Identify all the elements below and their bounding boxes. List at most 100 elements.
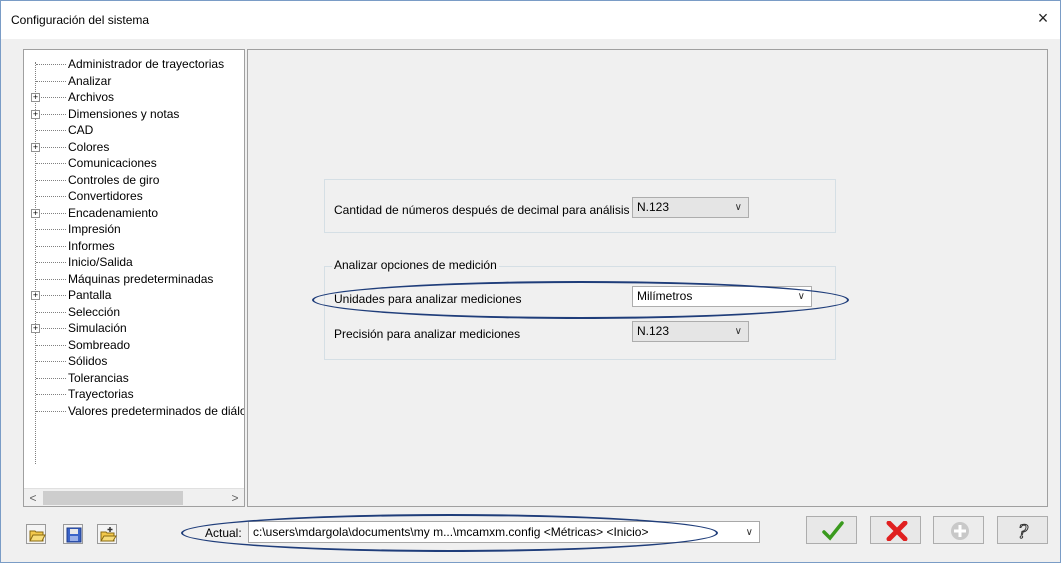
tree-item[interactable]: + Pantalla	[24, 287, 244, 303]
tree-branch-line	[36, 410, 66, 412]
decimal-count-value: N.123	[637, 200, 670, 214]
cancel-button[interactable]	[870, 516, 921, 544]
decimal-count-select[interactable]: N.123 ∨	[632, 197, 749, 218]
tree-item-label: Analizar	[68, 73, 112, 88]
tree-item[interactable]: Inicio/Salida	[24, 254, 244, 270]
tree-branch-line	[36, 361, 66, 362]
tree-branch-line	[36, 64, 66, 65]
ok-check-icon	[822, 521, 844, 541]
svg-text:?: ?	[1018, 521, 1029, 541]
tree-item[interactable]: Sólidos	[24, 353, 244, 369]
add-button[interactable]	[933, 516, 984, 544]
tree-branch-line	[36, 278, 66, 280]
ok-button[interactable]	[806, 516, 857, 544]
measure-options-group	[324, 266, 836, 360]
tree-branch-line	[36, 229, 66, 230]
chevron-down-icon: ∨	[797, 291, 805, 302]
tree-item-label: Administrador de trayectorias	[68, 57, 225, 71]
chevron-down-icon: ∨	[734, 326, 742, 337]
tree-item-label: Inicio/Salida	[68, 255, 133, 269]
tree-branch-line	[36, 394, 66, 395]
measure-options-group-label: Analizar opciones de medición	[332, 258, 499, 272]
tree-item-label: Dimensiones y notas	[68, 106, 180, 121]
tree-branch-line	[36, 311, 66, 313]
units-label: Unidades para analizar mediciones	[334, 292, 522, 306]
tree-item[interactable]: Selección	[24, 304, 244, 320]
add-plus-icon	[951, 522, 969, 540]
tree-branch-line	[36, 212, 66, 214]
tree-item[interactable]: Impresión	[24, 221, 244, 237]
tree-branch-line	[36, 344, 66, 346]
tree-item[interactable]: Máquinas predeterminadas	[24, 271, 244, 287]
expand-plus-icon[interactable]: +	[31, 142, 40, 152]
tree-item[interactable]: Sombreado	[24, 337, 244, 353]
tree-item[interactable]: + Simulación	[24, 320, 244, 336]
tree-item-label: Sólidos	[68, 354, 108, 368]
tree-item[interactable]: Administrador de trayectorias	[24, 56, 244, 72]
tree-item-label: Selección	[68, 304, 121, 319]
tree-branch-line	[36, 262, 66, 263]
scroll-right-icon[interactable]: >	[226, 489, 244, 507]
tree-branch-line	[36, 328, 66, 329]
tree-item-label: Trayectorias	[68, 387, 134, 401]
tree-item[interactable]: Controles de giro	[24, 172, 244, 188]
tree-item-label: Convertidores	[68, 189, 143, 203]
tree-item[interactable]: Informes	[24, 238, 244, 254]
tree-item-label: Sombreado	[68, 337, 131, 352]
help-question-icon: ?	[1018, 521, 1030, 541]
units-value: Milímetros	[637, 289, 693, 303]
close-icon[interactable]: ×	[1032, 7, 1054, 29]
tree-item-label: Colores	[68, 139, 110, 154]
tree-item[interactable]: Comunicaciones	[24, 155, 244, 171]
category-tree[interactable]: Administrador de trayectorias Analizar + Ar…	[23, 49, 245, 507]
tree-item[interactable]: + Archivos	[24, 89, 244, 105]
tree-branch-line	[36, 245, 66, 247]
open-folder-icon	[29, 530, 46, 542]
tree-item[interactable]: Convertidores	[24, 188, 244, 204]
tree-item-label: Valores predeterminados de diálogo	[68, 403, 244, 418]
chevron-down-icon: ∨	[745, 527, 753, 538]
units-select[interactable]: Milímetros ∨	[632, 286, 812, 307]
current-config-path: c:\users\mdargola\documents\my m...\mcam…	[253, 525, 649, 539]
tree-item[interactable]: Tolerancias	[24, 370, 244, 386]
tree-item-label: Informes	[68, 238, 115, 253]
tree-item[interactable]: Analizar	[24, 73, 244, 89]
tree-item-label: CAD	[68, 123, 94, 137]
tree-item[interactable]: CAD	[24, 122, 244, 138]
decimal-count-label: Cantidad de números después de decimal p…	[334, 203, 630, 217]
expand-plus-icon[interactable]: +	[31, 208, 40, 218]
cancel-x-icon	[886, 521, 908, 541]
system-config-window: Configuración del sistema × Administrado…	[0, 0, 1061, 563]
expand-plus-icon[interactable]: +	[31, 324, 40, 333]
tree-item[interactable]: Trayectorias	[24, 386, 244, 402]
expand-plus-icon[interactable]: +	[31, 291, 40, 300]
tree-branch-line	[36, 163, 66, 164]
tree-item[interactable]: Valores predeterminados de diálogo	[24, 403, 244, 419]
tree-item-label: Máquinas predeterminadas	[68, 271, 214, 286]
tree-item-label: Pantalla	[68, 288, 112, 302]
open-config-button[interactable]	[26, 524, 46, 544]
expand-plus-icon[interactable]: +	[31, 93, 40, 102]
precision-value: N.123	[637, 324, 670, 338]
precision-select[interactable]: N.123 ∨	[632, 321, 749, 342]
tree-item-label: Simulación	[68, 321, 127, 335]
tree-branch-line	[36, 295, 66, 296]
merge-config-button[interactable]	[97, 524, 117, 544]
title-bar: Configuración del sistema ×	[1, 1, 1060, 39]
tree-branch-line	[36, 80, 66, 82]
tree-item-label: Tolerancias	[68, 370, 129, 385]
tree-branch-line	[36, 377, 66, 379]
help-button[interactable]: ?	[997, 516, 1048, 544]
scroll-thumb[interactable]	[43, 491, 183, 505]
tree-branch-line	[36, 196, 66, 197]
expand-plus-icon[interactable]: +	[31, 109, 40, 119]
tree-item-label: Controles de giro	[68, 172, 160, 187]
tree-branch-line	[36, 97, 66, 98]
scroll-left-icon[interactable]: <	[24, 489, 42, 507]
tree-item[interactable]: + Encadenamiento	[24, 205, 244, 221]
save-config-button[interactable]	[63, 524, 83, 544]
current-config-select[interactable]: c:\users\mdargola\documents\my m...\mcam…	[248, 521, 760, 543]
tree-item[interactable]: + Dimensiones y notas	[24, 106, 244, 122]
tree-item[interactable]: + Colores	[24, 139, 244, 155]
tree-horizontal-scrollbar[interactable]: < >	[24, 488, 244, 506]
